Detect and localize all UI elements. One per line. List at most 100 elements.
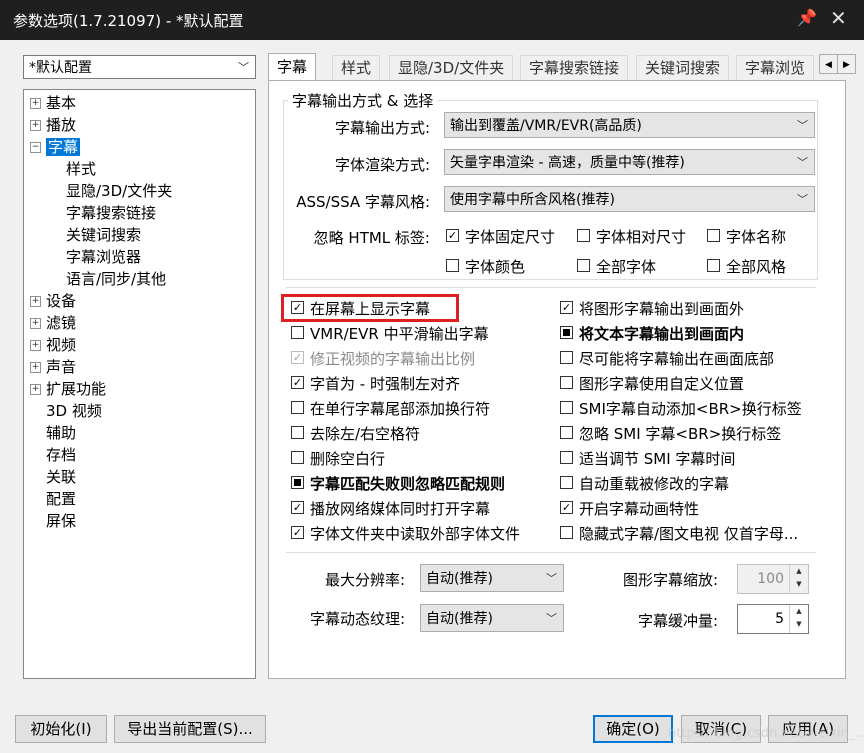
- ass-style-label: ASS/SSA 字幕风格:: [296, 193, 430, 211]
- checkbox-icon[interactable]: [707, 259, 720, 272]
- checkbox-label: 图形字幕使用自定义位置: [579, 375, 745, 393]
- checkbox-icon[interactable]: ✓: [560, 501, 573, 514]
- spinner-arrows-icon[interactable]: ▲ ▼: [789, 565, 808, 593]
- checkbox-icon[interactable]: [707, 229, 720, 242]
- checkbox-icon[interactable]: [560, 451, 573, 464]
- expand-icon[interactable]: +: [30, 296, 41, 307]
- tab-1[interactable]: 样式: [332, 55, 381, 80]
- checkbox-icon[interactable]: [560, 426, 573, 439]
- expand-icon[interactable]: +: [30, 98, 41, 109]
- checkbox-icon[interactable]: [291, 451, 304, 464]
- tree-item[interactable]: 3D 视频: [46, 400, 102, 422]
- tree-item[interactable]: 关联: [46, 466, 76, 488]
- chevron-down-icon: ﹀: [797, 156, 808, 169]
- checkbox-icon[interactable]: ✓: [560, 301, 573, 314]
- checkbox-icon[interactable]: [291, 426, 304, 439]
- tree-item-label: 辅助: [46, 424, 77, 442]
- pin-icon[interactable]: 📌: [797, 8, 817, 27]
- spinner-arrows-icon[interactable]: ▲ ▼: [789, 605, 808, 633]
- tree-item[interactable]: 屏保: [46, 510, 76, 532]
- checkbox-icon[interactable]: [446, 259, 459, 272]
- ass-style-value: 使用字幕中所含风格(推荐): [450, 192, 615, 208]
- profile-select[interactable]: *默认配置 ﹀: [23, 55, 256, 79]
- tab-0[interactable]: 字幕: [268, 53, 317, 81]
- expand-icon[interactable]: +: [30, 340, 41, 351]
- checkbox-icon[interactable]: [560, 351, 573, 364]
- collapse-icon[interactable]: −: [30, 142, 41, 153]
- checkbox-icon[interactable]: [560, 526, 573, 539]
- output-mode-value: 输出到覆盖/VMR/EVR(高品质): [450, 118, 642, 134]
- scale-spinner[interactable]: 100 ▲ ▼: [737, 564, 809, 594]
- checkbox-icon[interactable]: [560, 376, 573, 389]
- checkbox-label: 字体名称: [726, 228, 787, 246]
- texture-value: 自动(推荐): [426, 611, 493, 627]
- checkbox-icon[interactable]: ✓: [291, 351, 304, 364]
- max-res-select[interactable]: 自动(推荐) ﹀: [420, 564, 564, 592]
- tree-item[interactable]: 播放: [46, 114, 76, 136]
- expand-icon[interactable]: +: [30, 318, 41, 329]
- tree-item-label: 关键词搜索: [66, 226, 142, 244]
- tab-2[interactable]: 显隐/3D/文件夹: [389, 55, 514, 80]
- checkbox-label: 修正视频的字幕输出比例: [310, 350, 476, 368]
- tree-item[interactable]: 关键词搜索: [66, 224, 141, 246]
- tab-3[interactable]: 字幕搜索链接: [520, 55, 629, 80]
- init-button[interactable]: 初始化(I): [15, 715, 107, 743]
- tree-item-label: 3D 视频: [46, 402, 102, 420]
- checkbox-label: 去除左/右空格符: [310, 425, 421, 443]
- font-render-select[interactable]: 矢量字串渲染 - 高速，质量中等(推荐) ﹀: [444, 149, 815, 175]
- tree-item-label: 存档: [46, 446, 77, 464]
- checkbox-icon[interactable]: [577, 229, 590, 242]
- max-res-label: 最大分辨率:: [324, 571, 405, 589]
- checkbox-label: 适当调节 SMI 字幕时间: [579, 450, 736, 468]
- close-icon[interactable]: ✕: [830, 6, 847, 30]
- tab-scroll-left-button[interactable]: ◀: [819, 54, 838, 74]
- checkbox-icon[interactable]: ✓: [291, 526, 304, 539]
- tree-item[interactable]: 配置: [46, 488, 76, 510]
- expand-icon[interactable]: +: [30, 362, 41, 373]
- tree-item[interactable]: 扩展功能: [46, 378, 106, 400]
- buffer-spinner[interactable]: 5 ▲ ▼: [737, 604, 809, 634]
- checkbox-icon[interactable]: [560, 476, 573, 489]
- checkbox-label: 字幕匹配失败则忽略匹配规则: [310, 475, 506, 493]
- tree-item[interactable]: 字幕搜索链接: [66, 202, 156, 224]
- checkbox-icon[interactable]: [291, 401, 304, 414]
- output-mode-label: 字幕输出方式:: [334, 119, 430, 137]
- tree-item[interactable]: 设备: [46, 290, 76, 312]
- ass-style-select[interactable]: 使用字幕中所含风格(推荐) ﹀: [444, 186, 815, 212]
- tree-item[interactable]: 视频: [46, 334, 76, 356]
- expand-icon[interactable]: +: [30, 384, 41, 395]
- checkbox-icon[interactable]: ✓: [291, 376, 304, 389]
- tree-item[interactable]: 基本: [46, 92, 76, 114]
- tree-item-label: 显隐/3D/文件夹: [66, 182, 173, 200]
- ok-button[interactable]: 确定(O): [593, 715, 673, 743]
- tree-item[interactable]: 字幕: [46, 136, 81, 158]
- export-config-button[interactable]: 导出当前配置(S)...: [114, 715, 266, 743]
- chevron-down-icon: ﹀: [797, 119, 808, 132]
- tree-item[interactable]: 样式: [66, 158, 96, 180]
- scale-label: 图形字幕缩放:: [622, 571, 718, 589]
- tree-item-label: 配置: [46, 490, 77, 508]
- checkbox-icon[interactable]: [291, 476, 304, 489]
- tree-item[interactable]: 字幕浏览器: [66, 246, 141, 268]
- output-mode-select[interactable]: 输出到覆盖/VMR/EVR(高品质) ﹀: [444, 112, 815, 138]
- tab-5[interactable]: 字幕浏览: [736, 55, 815, 80]
- tree-item-label: 播放: [46, 116, 77, 134]
- checkbox-icon[interactable]: [291, 326, 304, 339]
- texture-select[interactable]: 自动(推荐) ﹀: [420, 604, 564, 632]
- tree-item[interactable]: 辅助: [46, 422, 76, 444]
- tree-item[interactable]: 滤镜: [46, 312, 76, 334]
- tree-item[interactable]: 声音: [46, 356, 76, 378]
- max-res-value: 自动(推荐): [426, 571, 493, 587]
- tab-4[interactable]: 关键词搜索: [636, 55, 730, 80]
- checkbox-icon[interactable]: [560, 326, 573, 339]
- checkbox-icon[interactable]: ✓: [291, 501, 304, 514]
- tree-item[interactable]: 显隐/3D/文件夹: [66, 180, 172, 202]
- checkbox-icon[interactable]: [577, 259, 590, 272]
- checkbox-icon[interactable]: [560, 401, 573, 414]
- expand-icon[interactable]: +: [30, 120, 41, 131]
- checkbox-icon[interactable]: ✓: [446, 229, 459, 242]
- tab-scroll-right-button[interactable]: ▶: [837, 54, 856, 74]
- tree-item[interactable]: 存档: [46, 444, 76, 466]
- checkbox-label: 自动重载被修改的字幕: [579, 475, 730, 493]
- tree-item[interactable]: 语言/同步/其他: [66, 268, 166, 290]
